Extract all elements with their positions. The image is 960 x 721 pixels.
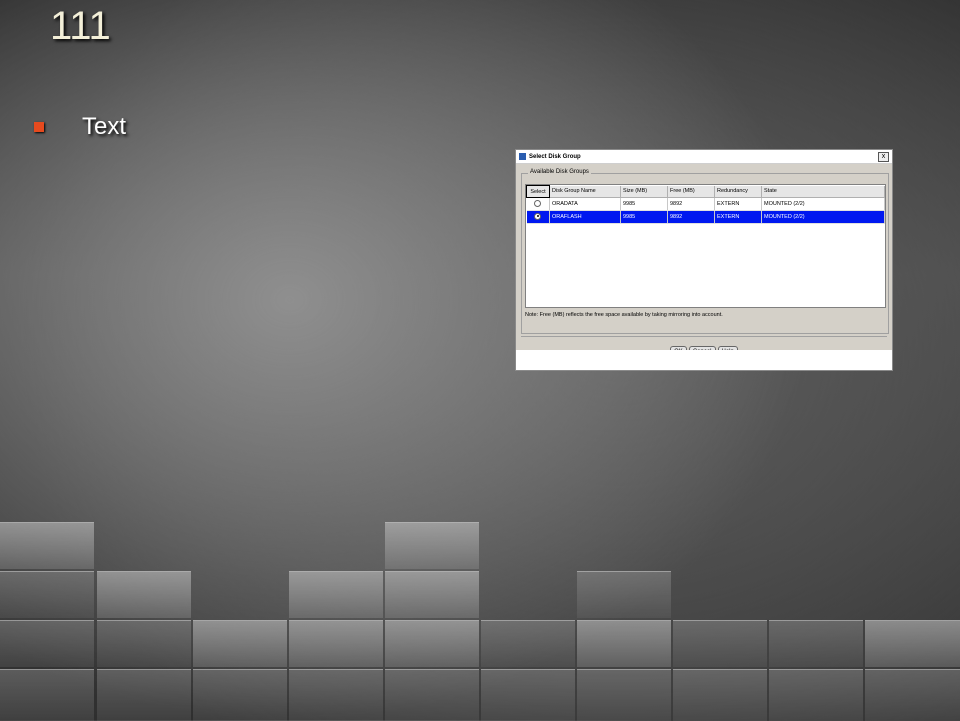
- cell-size: 9985: [620, 210, 668, 224]
- column-header-free[interactable]: Free (MB): [667, 185, 715, 198]
- bullet-item: Text: [34, 113, 126, 141]
- dialog-titlebar: Select Disk Group x: [516, 150, 892, 164]
- divider: [521, 336, 887, 337]
- cell-free: 9892: [667, 197, 715, 211]
- dialog-body: Available Disk Groups Select Disk Group …: [516, 164, 892, 358]
- table-row[interactable]: ORAFLASH 9985 9892 EXTERN MOUNTED (2/2): [526, 210, 885, 224]
- bullet-text: Text: [82, 113, 127, 140]
- disk-group-table: Select Disk Group Name Size (MB) Free (M…: [525, 184, 886, 308]
- column-header-size[interactable]: Size (MB): [620, 185, 668, 198]
- column-header-select[interactable]: Select: [526, 185, 550, 198]
- cell-state: MOUNTED (2/2): [761, 210, 885, 224]
- close-icon[interactable]: x: [878, 151, 889, 162]
- column-header-redundancy[interactable]: Redundancy: [714, 185, 762, 198]
- dialog-footer: [516, 350, 892, 370]
- column-header-name[interactable]: Disk Group Name: [549, 185, 621, 198]
- note-text: Note: Free (MB) reflects the free space …: [525, 312, 723, 318]
- cell-redundancy: EXTERN: [714, 210, 762, 224]
- column-header-state[interactable]: State: [761, 185, 885, 198]
- select-disk-group-dialog: Select Disk Group x Available Disk Group…: [515, 149, 893, 371]
- radio-button[interactable]: [534, 199, 542, 207]
- cell-redundancy: EXTERN: [714, 197, 762, 211]
- cell-size: 9985: [620, 197, 668, 211]
- app-icon: [519, 153, 526, 160]
- group-label: Available Disk Groups: [528, 169, 591, 175]
- dialog-title: Select Disk Group: [529, 153, 581, 160]
- slide-title: 111: [50, 4, 111, 48]
- cell-name: ORAFLASH: [549, 210, 621, 224]
- cell-name: ORADATA: [549, 197, 621, 211]
- cell-free: 9892: [667, 210, 715, 224]
- radio-button[interactable]: [534, 212, 542, 220]
- square-bullet-icon: [34, 122, 44, 132]
- cell-state: MOUNTED (2/2): [761, 197, 885, 211]
- disk-groups-group: Available Disk Groups Select Disk Group …: [521, 169, 889, 334]
- table-row[interactable]: ORADATA 9985 9892 EXTERN MOUNTED (2/2): [526, 197, 885, 211]
